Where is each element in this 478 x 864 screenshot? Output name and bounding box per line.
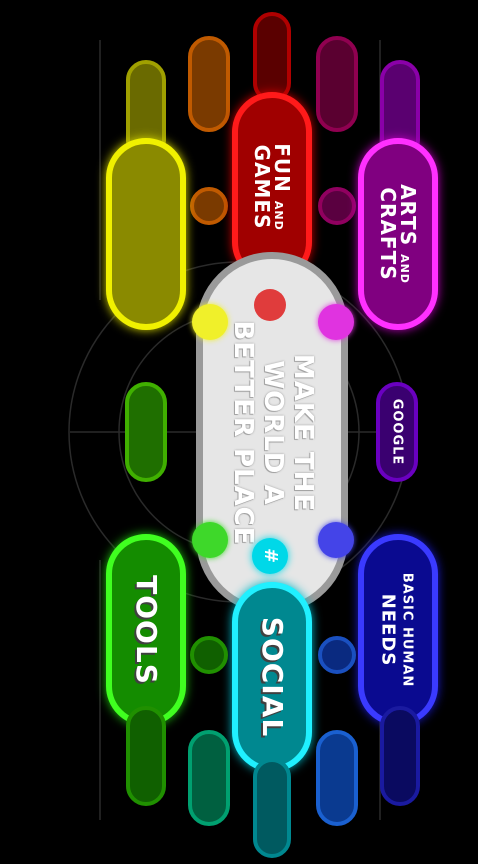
teal-bottom-pill[interactable] xyxy=(188,730,230,826)
magenta-dot[interactable] xyxy=(318,187,356,225)
tools-pill[interactable]: TOOLS xyxy=(106,534,186,726)
social-label: SOCIAL xyxy=(256,616,289,738)
red-center-dot[interactable] xyxy=(254,289,286,321)
magenta-top-pill[interactable] xyxy=(316,36,358,132)
fun-and-games-label: FUN AND GAMES xyxy=(250,143,294,231)
google-pill[interactable]: GOOGLE xyxy=(376,382,418,482)
green-center-dot[interactable] xyxy=(192,522,228,558)
navy-bottom-pill[interactable] xyxy=(380,706,420,806)
blue-bottom-pill[interactable] xyxy=(316,730,358,826)
green-bottom-pill-left[interactable] xyxy=(126,706,166,806)
green-side-pill[interactable] xyxy=(125,382,167,482)
blue-bottom-dot[interactable] xyxy=(318,636,356,674)
orange-dot[interactable] xyxy=(190,187,228,225)
red-top-pill[interactable] xyxy=(253,12,291,102)
arts-and-crafts-label: ARTS AND CRAFTS xyxy=(376,184,420,284)
google-label: GOOGLE xyxy=(389,398,405,466)
tools-label: TOOLS xyxy=(130,575,163,685)
center-label: MAKE THE WORLD A BETTER PLACE xyxy=(228,320,318,546)
basic-human-needs-pill[interactable]: BASIC HUMAN NEEDS xyxy=(358,534,438,726)
yellow-category-pill[interactable] xyxy=(106,138,186,330)
social-hash-dot[interactable]: # xyxy=(252,538,288,574)
orange-top-pill[interactable] xyxy=(188,36,230,132)
arts-and-crafts-pill[interactable]: ARTS AND CRAFTS xyxy=(358,138,438,330)
cyan-bottom-pill[interactable] xyxy=(253,758,291,858)
magenta-center-dot[interactable] xyxy=(318,304,354,340)
canvas: FUN AND GAMES ARTS AND CRAFTS MAKE THE W… xyxy=(0,0,478,864)
social-pill[interactable]: SOCIAL xyxy=(232,582,312,772)
basic-human-needs-label: BASIC HUMAN NEEDS xyxy=(378,572,415,688)
blue-center-dot[interactable] xyxy=(318,522,354,558)
hash-icon: # xyxy=(260,547,281,565)
yellow-center-dot[interactable] xyxy=(192,304,228,340)
green-bottom-dot[interactable] xyxy=(190,636,228,674)
